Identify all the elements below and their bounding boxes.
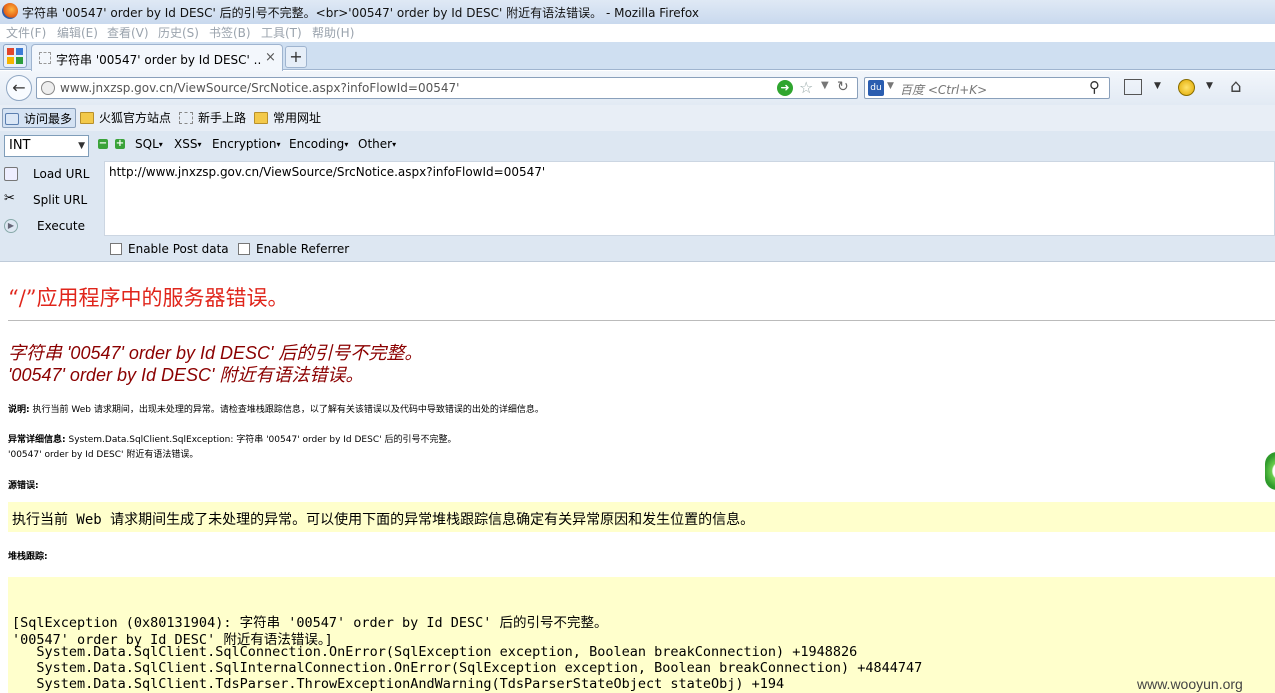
baidu-engine-icon[interactable]: du <box>868 80 884 96</box>
menu-other[interactable]: Other▾ <box>358 137 396 151</box>
watermark: www.wooyun.org <box>1137 676 1243 692</box>
source-error-box: 执行当前 Web 请求期间生成了未处理的异常。可以使用下面的异常堆栈跟踪信息确定… <box>8 502 1275 532</box>
window-titlebar: 字符串 '00547' order by Id DESC' 后的引号不完整。<b… <box>0 0 1275 24</box>
firefox-logo-icon <box>2 3 18 19</box>
tab-close-icon[interactable]: × <box>265 50 276 65</box>
menu-bar: 文件(F) 编辑(E) 查看(V) 历史(S) 书签(B) 工具(T) 帮助(H… <box>0 23 1275 41</box>
split-url-button[interactable]: ✂ Split URL <box>0 189 100 211</box>
exception-details: 异常详细信息: System.Data.SqlClient.SqlExcepti… <box>8 432 456 445</box>
increase-icon[interactable]: + <box>115 139 125 149</box>
window-title: 字符串 '00547' order by Id DESC' 后的引号不完整。<b… <box>22 6 699 20</box>
description-text: 执行当前 Web 请求期间，出现未处理的异常。请检查堆栈跟踪信息，以了解有关该错… <box>32 405 544 415</box>
menu-file[interactable]: 文件(F) <box>6 24 46 41</box>
bookmark-label: 新手上路 <box>198 111 247 125</box>
addon-smiley-icon[interactable] <box>1178 79 1195 96</box>
error-message-line2: '00547' order by Id DESC' 附近有语法错误。 <box>8 365 364 385</box>
type-select[interactable]: INT ▼ <box>4 135 89 157</box>
stack-trace-box: [SqlException (0x80131904): 字符串 '00547' … <box>8 577 1275 693</box>
checkbox-icon[interactable] <box>238 243 250 255</box>
stack-trace-label: 堆栈跟踪: <box>8 552 48 562</box>
scissors-icon: ✂ <box>4 191 15 206</box>
menu-xss[interactable]: XSS▾ <box>174 137 201 151</box>
checkbox-icon[interactable] <box>110 243 122 255</box>
exception-text-line2: '00547' order by Id DESC' 附近有语法错误。 <box>8 450 199 460</box>
engine-dropdown-icon[interactable]: ▼ <box>887 81 894 91</box>
description: 说明: 执行当前 Web 请求期间，出现未处理的异常。请检查堆栈跟踪信息，以了解… <box>8 402 544 415</box>
description-label: 说明: <box>8 405 30 415</box>
source-error-label: 源错误: <box>8 481 39 491</box>
app-menu-button[interactable] <box>3 44 27 68</box>
screenshot-tool-icon[interactable] <box>1124 79 1142 95</box>
page-icon <box>179 112 193 124</box>
url-text[interactable]: www.jnxzsp.gov.cn/ViewSource/SrcNotice.a… <box>60 81 459 95</box>
bookmarks-toolbar: 访问最多 火狐官方站点 新手上路 常用网址 <box>0 105 1275 131</box>
bookmark-label: 常用网址 <box>273 111 322 125</box>
load-url-icon <box>4 167 18 181</box>
stack-line: System.Data.SqlClient.SqlConnection.OnEr… <box>12 644 858 660</box>
floating-addon-icon[interactable] <box>1265 452 1275 490</box>
chevron-down-icon: ▼ <box>78 141 85 151</box>
bookmark-common-sites[interactable]: 常用网址 <box>254 108 321 128</box>
menu-edit[interactable]: 编辑(E) <box>57 24 98 41</box>
menu-encoding[interactable]: Encoding▾ <box>289 137 348 151</box>
bookmark-label: 访问最多 <box>24 112 73 126</box>
source-error-text: 执行当前 Web 请求期间生成了未处理的异常。可以使用下面的异常堆栈跟踪信息确定… <box>12 512 755 528</box>
addon-dropdown-icon[interactable]: ▼ <box>1206 81 1213 91</box>
menu-bookmarks[interactable]: 书签(B) <box>209 24 251 41</box>
hackbar-panel: INT ▼ − + SQL▾ XSS▾ Encryption▾ Encoding… <box>0 131 1275 262</box>
menu-help[interactable]: 帮助(H) <box>312 24 354 41</box>
bookmark-getting-started[interactable]: 新手上路 <box>179 108 246 128</box>
enable-referrer-checkbox[interactable]: Enable Referrer <box>238 242 349 256</box>
exception-text: System.Data.SqlClient.SqlException: 字符串 … <box>68 435 457 445</box>
navigation-bar: ← www.jnxzsp.gov.cn/ViewSource/SrcNotice… <box>0 71 1275 105</box>
menu-encryption[interactable]: Encryption▾ <box>212 137 280 151</box>
tab-active[interactable]: 字符串 '00547' order by Id DESC' ... × <box>31 44 283 71</box>
load-url-button[interactable]: Load URL <box>0 163 100 185</box>
stack-line: System.Data.SqlClient.TdsParser.ThrowExc… <box>12 676 785 692</box>
stack-line: System.Data.SqlClient.SqlInternalConnect… <box>12 660 923 676</box>
url-bar[interactable]: www.jnxzsp.gov.cn/ViewSource/SrcNotice.a… <box>36 77 858 99</box>
bookmark-label: 火狐官方站点 <box>99 111 172 125</box>
menu-sql[interactable]: SQL▾ <box>135 137 163 151</box>
bookmark-firefox-site[interactable]: 火狐官方站点 <box>80 108 171 128</box>
search-bar[interactable]: du ▼ 百度 <Ctrl+K> ⚲ <box>864 77 1110 99</box>
go-arrow-icon[interactable]: ➜ <box>777 80 793 96</box>
divider <box>8 320 1275 321</box>
app-error-title: “/”应用程序中的服务器错误。 <box>8 286 289 310</box>
search-icon[interactable]: ⚲ <box>1089 78 1100 96</box>
execute-label: Execute <box>37 219 85 233</box>
page-content: “/”应用程序中的服务器错误。 字符串 '00547' order by Id … <box>0 262 1275 693</box>
menu-history[interactable]: 历史(S) <box>158 24 199 41</box>
home-icon[interactable]: ⌂ <box>1230 76 1241 97</box>
back-button[interactable]: ← <box>6 75 32 101</box>
hackbar-url-textarea[interactable]: http://www.jnxzsp.gov.cn/ViewSource/SrcN… <box>104 161 1275 236</box>
play-icon: ▶ <box>4 219 18 233</box>
menu-view[interactable]: 查看(V) <box>107 24 149 41</box>
folder-icon <box>80 112 94 124</box>
reload-icon[interactable]: ↻ <box>837 79 849 95</box>
folder-icon <box>254 112 268 124</box>
enable-post-checkbox[interactable]: Enable Post data <box>110 242 229 256</box>
tab-label: 字符串 '00547' order by Id DESC' ... <box>56 53 261 67</box>
menu-tools[interactable]: 工具(T) <box>261 24 302 41</box>
most-visited-icon <box>5 113 19 125</box>
load-url-label: Load URL <box>33 167 90 181</box>
bookmark-star-icon[interactable]: ☆ <box>799 78 813 97</box>
tab-strip: 字符串 '00547' order by Id DESC' ... × + <box>0 42 1275 71</box>
bookmark-most-visited[interactable]: 访问最多 <box>2 108 77 128</box>
search-placeholder[interactable]: 百度 <Ctrl+K> <box>900 81 987 98</box>
new-tab-button[interactable]: + <box>285 46 307 68</box>
exception-label: 异常详细信息: <box>8 435 66 445</box>
decrease-icon[interactable]: − <box>98 139 108 149</box>
screenshot-dropdown-icon[interactable]: ▼ <box>1154 81 1161 91</box>
type-select-value: INT <box>9 138 31 153</box>
url-history-dropdown-icon[interactable]: ▼ <box>821 80 829 91</box>
site-identity-icon[interactable] <box>41 81 55 95</box>
execute-button[interactable]: ▶ Execute <box>0 215 100 237</box>
page-favicon-icon <box>39 52 51 64</box>
split-url-label: Split URL <box>33 193 88 207</box>
